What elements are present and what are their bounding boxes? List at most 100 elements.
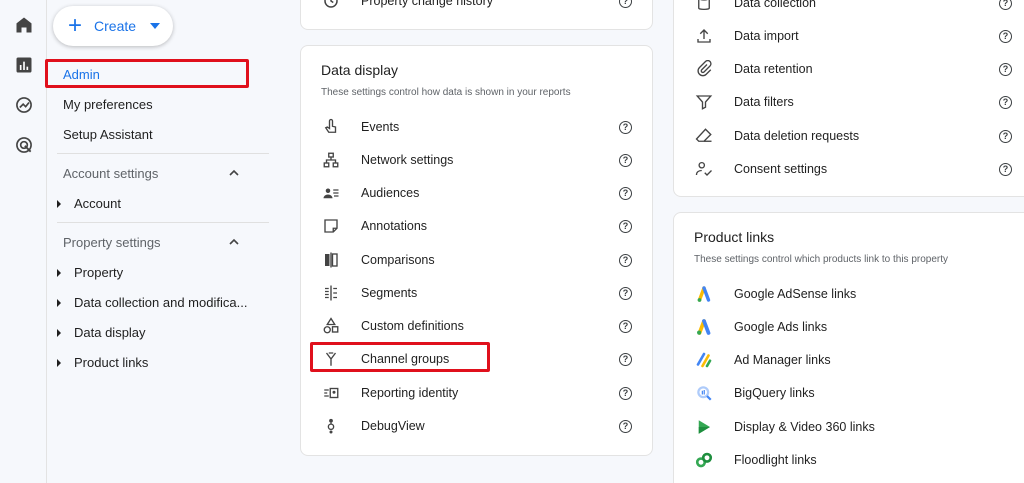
property-change-history-row[interactable]: Property change history ? xyxy=(321,0,632,13)
create-label: Create xyxy=(94,18,137,34)
row-label: Events xyxy=(361,120,400,134)
row-label: Consent settings xyxy=(734,162,828,176)
product-links-card: Product links These settings control whi… xyxy=(673,212,1024,483)
expand-arrow-icon xyxy=(57,199,61,208)
compare-icon xyxy=(321,250,341,270)
row-label: Floodlight links xyxy=(734,453,817,467)
nav-item-setup-assistant[interactable]: Setup Assistant xyxy=(63,127,153,142)
help-icon[interactable]: ? xyxy=(619,253,632,267)
row-annotations[interactable]: Annotations ? xyxy=(321,214,632,238)
plus-icon: + xyxy=(68,12,83,39)
row-consent-settings[interactable]: Consent settings ? xyxy=(694,157,1012,181)
tree-item-label: Data display xyxy=(74,325,146,340)
upload-icon xyxy=(694,26,714,46)
help-icon[interactable]: ? xyxy=(999,62,1012,76)
icon-rail xyxy=(0,0,47,483)
row-label: DebugView xyxy=(361,419,425,433)
row-channel-groups[interactable]: Channel groups ? xyxy=(321,347,632,371)
row-google-ads-links[interactable]: Google Ads links xyxy=(694,315,1012,339)
floodlight-icon xyxy=(694,450,714,470)
help-icon[interactable]: ? xyxy=(999,129,1012,143)
nav-item-my-preferences[interactable]: My preferences xyxy=(63,97,153,112)
row-data-deletion-requests[interactable]: Data deletion requests ? xyxy=(694,124,1012,148)
row-label: BigQuery links xyxy=(734,386,815,400)
help-icon[interactable]: ? xyxy=(619,186,632,200)
data-display-card: Data display These settings control how … xyxy=(300,45,653,456)
card-subtitle: These settings control how data is shown… xyxy=(321,87,571,98)
tree-item-account[interactable]: Account xyxy=(57,196,121,211)
property-settings-header[interactable]: Property settings xyxy=(63,235,161,250)
chevron-up-icon[interactable] xyxy=(229,237,239,247)
nav-divider xyxy=(57,222,269,223)
help-icon[interactable]: ? xyxy=(619,120,632,134)
row-data-filters[interactable]: Data filters ? xyxy=(694,90,1012,114)
row-floodlight-links[interactable]: Floodlight links xyxy=(694,448,1012,472)
help-icon[interactable]: ? xyxy=(619,219,632,233)
tree-item-property[interactable]: Property xyxy=(57,265,123,280)
consent-icon xyxy=(694,159,714,179)
row-data-collection[interactable]: Data collection ? xyxy=(694,0,1012,15)
tree-item-data-display[interactable]: Data display xyxy=(57,325,146,340)
row-reporting-identity[interactable]: Reporting identity ? xyxy=(321,381,632,405)
advertising-icon[interactable] xyxy=(13,134,35,156)
row-bigquery-links[interactable]: BigQuery links xyxy=(694,381,1012,405)
segments-icon xyxy=(321,283,341,303)
reports-icon[interactable] xyxy=(13,54,35,76)
row-label: Reporting identity xyxy=(361,386,459,400)
help-icon[interactable]: ? xyxy=(999,0,1012,10)
chevron-up-icon[interactable] xyxy=(229,168,239,178)
row-data-import[interactable]: Data import ? xyxy=(694,24,1012,48)
bigquery-icon xyxy=(694,383,714,403)
adsense-icon xyxy=(694,284,714,304)
property-card: Property change history ? xyxy=(300,0,653,30)
row-label: Ad Manager links xyxy=(734,353,831,367)
explore-icon[interactable] xyxy=(13,94,35,116)
help-icon[interactable]: ? xyxy=(619,419,632,433)
merge-icon xyxy=(321,349,341,369)
help-icon[interactable]: ? xyxy=(619,153,632,167)
row-adsense-links[interactable]: Google AdSense links xyxy=(694,282,1012,306)
help-icon[interactable]: ? xyxy=(619,286,632,300)
help-icon[interactable]: ? xyxy=(619,352,632,366)
tree-item-label: Account xyxy=(74,196,121,211)
row-events[interactable]: Events ? xyxy=(321,115,632,139)
filter-icon xyxy=(694,92,714,112)
row-label: Google AdSense links xyxy=(734,287,857,301)
paperclip-icon xyxy=(694,59,714,79)
create-button[interactable]: + Create xyxy=(53,6,173,46)
help-icon[interactable]: ? xyxy=(999,29,1012,43)
row-network-settings[interactable]: Network settings ? xyxy=(321,148,632,172)
account-settings-header[interactable]: Account settings xyxy=(63,166,158,181)
row-segments[interactable]: Segments ? xyxy=(321,281,632,305)
data-collection-card: Data collection ? Data import ? Data ret… xyxy=(673,0,1024,197)
row-custom-definitions[interactable]: Custom definitions ? xyxy=(321,314,632,338)
help-icon[interactable]: ? xyxy=(619,0,632,8)
tree-item-label: Data collection and modifica... xyxy=(74,295,248,310)
card-subtitle: These settings control which products li… xyxy=(694,254,949,265)
row-label: Google Ads links xyxy=(734,320,828,334)
database-icon xyxy=(694,0,714,13)
help-icon[interactable]: ? xyxy=(619,319,632,333)
row-dv360-links[interactable]: Display & Video 360 links xyxy=(694,415,1012,439)
row-debugview[interactable]: DebugView ? xyxy=(321,414,632,438)
row-ad-manager-links[interactable]: Ad Manager links xyxy=(694,348,1012,372)
row-label: Custom definitions xyxy=(361,319,464,333)
ad-manager-icon xyxy=(694,350,714,370)
tree-item-data-collection[interactable]: Data collection and modifica... xyxy=(57,295,247,310)
help-icon[interactable]: ? xyxy=(619,386,632,400)
row-label: Data collection xyxy=(734,0,816,10)
row-label: Data import xyxy=(734,29,799,43)
row-data-retention[interactable]: Data retention ? xyxy=(694,57,1012,81)
row-comparisons[interactable]: Comparisons ? xyxy=(321,248,632,272)
help-icon[interactable]: ? xyxy=(999,162,1012,176)
display-video-360-icon xyxy=(694,417,714,437)
expand-arrow-icon xyxy=(57,298,61,307)
tree-item-product-links[interactable]: Product links xyxy=(57,355,148,370)
help-icon[interactable]: ? xyxy=(999,95,1012,109)
row-label: Audiences xyxy=(361,186,420,200)
expand-arrow-icon xyxy=(57,328,61,337)
home-icon[interactable] xyxy=(13,14,35,36)
side-nav: + Create Admin My preferences Setup Assi… xyxy=(45,0,270,483)
row-audiences[interactable]: Audiences ? xyxy=(321,181,632,205)
nav-item-admin[interactable]: Admin xyxy=(63,67,100,82)
